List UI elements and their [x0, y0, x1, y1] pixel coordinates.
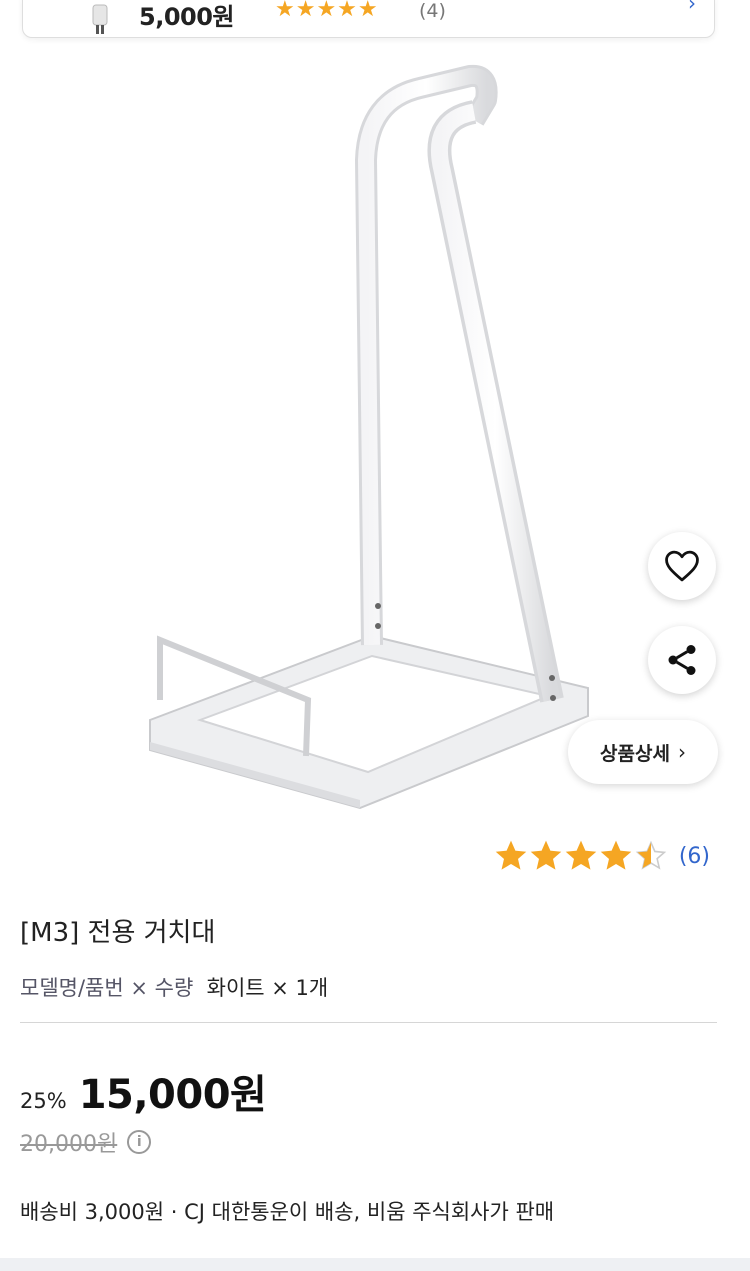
chevron-right-icon: › — [677, 740, 686, 764]
option-label: 모델명/품번 × 수량 — [20, 976, 194, 1000]
star-icon — [600, 840, 632, 870]
mini-price: 5,000원 — [139, 3, 235, 31]
sale-price: 15,000원 — [78, 1072, 267, 1118]
mini-review-count: (4) — [419, 0, 446, 22]
price-row: 25% 15,000원 — [20, 1062, 267, 1120]
selected-option: 모델명/품번 × 수량 화이트 × 1개 — [20, 972, 328, 1002]
product-detail-button[interactable]: 상품상세 › — [568, 720, 718, 784]
original-price: 20,000원 — [20, 1132, 118, 1157]
rating[interactable]: (6) — [495, 840, 710, 872]
share-icon — [668, 645, 696, 675]
star-icon — [530, 840, 562, 870]
info-icon[interactable]: i — [127, 1130, 152, 1154]
mini-rating-stars: ★★★★★ — [275, 0, 379, 22]
chevron-right-icon[interactable]: › — [688, 0, 696, 15]
product-title: [M3] 전용 거치대 — [20, 918, 216, 948]
plug-icon — [92, 4, 108, 34]
rating-stars — [495, 840, 667, 872]
share-button[interactable] — [648, 626, 716, 694]
star-icon — [495, 840, 527, 870]
divider — [20, 1022, 717, 1023]
discount-rate: 25% — [20, 1089, 67, 1113]
original-price-row: 20,000원 i — [20, 1126, 152, 1158]
wishlist-button[interactable] — [648, 532, 716, 600]
product-detail-label: 상품상세 — [600, 742, 670, 765]
option-value: 화이트 × 1개 — [206, 976, 329, 1000]
heart-icon — [665, 550, 699, 582]
review-count-link[interactable]: (6) — [679, 844, 710, 869]
mini-product-card[interactable]: 5,000원 ★★★★★ (4) › — [22, 0, 715, 38]
star-icon — [565, 840, 597, 870]
product-image[interactable] — [0, 60, 750, 820]
shipping-info: 배송비 3,000원 · CJ 대한통운이 배송, 비움 주식회사가 판매 — [20, 1200, 555, 1224]
star-icon — [635, 840, 667, 870]
bottom-divider — [0, 1258, 750, 1271]
